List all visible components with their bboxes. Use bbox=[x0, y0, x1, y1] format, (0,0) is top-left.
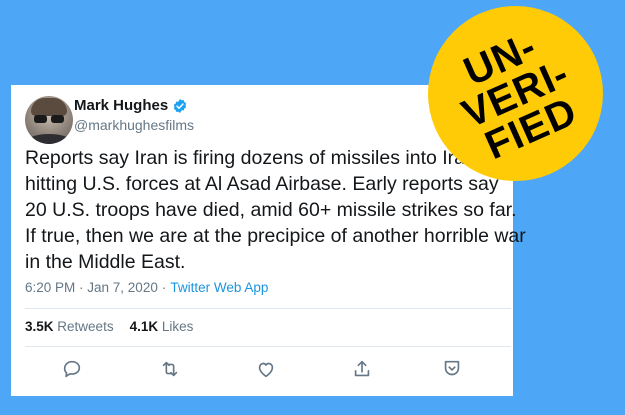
likes-label: Likes bbox=[161, 319, 194, 334]
timestamp[interactable]: 6:20 PM · Jan 7, 2020 bbox=[25, 280, 158, 295]
avatar[interactable] bbox=[25, 96, 73, 144]
tweet-text-line: 20 U.S. troops have died, amid 60+ missi… bbox=[25, 199, 517, 221]
name-row: Mark Hughes bbox=[74, 97, 188, 114]
tweet-text: Reports say Iran is firing dozens of mis… bbox=[25, 145, 526, 275]
separator-dot: · bbox=[161, 280, 167, 295]
likes-stat[interactable]: 4.1K Likes bbox=[130, 319, 194, 334]
tweet-text-line: in the Middle East. bbox=[25, 251, 186, 273]
tweet-text-line: hitting U.S. forces at Al Asad Airbase. … bbox=[25, 173, 499, 195]
likes-count: 4.1K bbox=[129, 319, 159, 334]
retweets-label: Retweets bbox=[57, 319, 114, 334]
divider bbox=[25, 346, 511, 347]
tweet-meta: 6:20 PM · Jan 7, 2020 · Twitter Web App bbox=[25, 280, 268, 295]
source-link[interactable]: Twitter Web App bbox=[170, 280, 268, 295]
handle[interactable]: @markhughesfilms bbox=[74, 117, 194, 133]
like-icon[interactable] bbox=[255, 358, 277, 380]
verified-badge-icon bbox=[172, 98, 188, 114]
share-icon[interactable] bbox=[351, 358, 373, 380]
avatar-shirt bbox=[25, 134, 73, 144]
avatar-glasses bbox=[34, 115, 64, 123]
actions-row bbox=[11, 358, 513, 382]
retweet-icon[interactable] bbox=[159, 358, 181, 380]
retweets-count: 3.5K bbox=[25, 319, 54, 334]
tweet-text-line: Reports say Iran is firing dozens of mis… bbox=[25, 147, 482, 169]
divider bbox=[25, 308, 511, 309]
avatar-hair bbox=[31, 98, 67, 116]
unverified-badge: UN- VERI- FIED bbox=[428, 6, 603, 181]
display-name[interactable]: Mark Hughes bbox=[74, 97, 168, 114]
retweets-stat[interactable]: 3.5K Retweets bbox=[25, 319, 114, 334]
tweet-text-line: If true, then we are at the precipice of… bbox=[25, 225, 526, 247]
reply-icon[interactable] bbox=[61, 358, 83, 380]
tip-icon[interactable] bbox=[441, 358, 463, 380]
stats-row: 3.5K Retweets 4.1K Likes bbox=[25, 319, 193, 334]
